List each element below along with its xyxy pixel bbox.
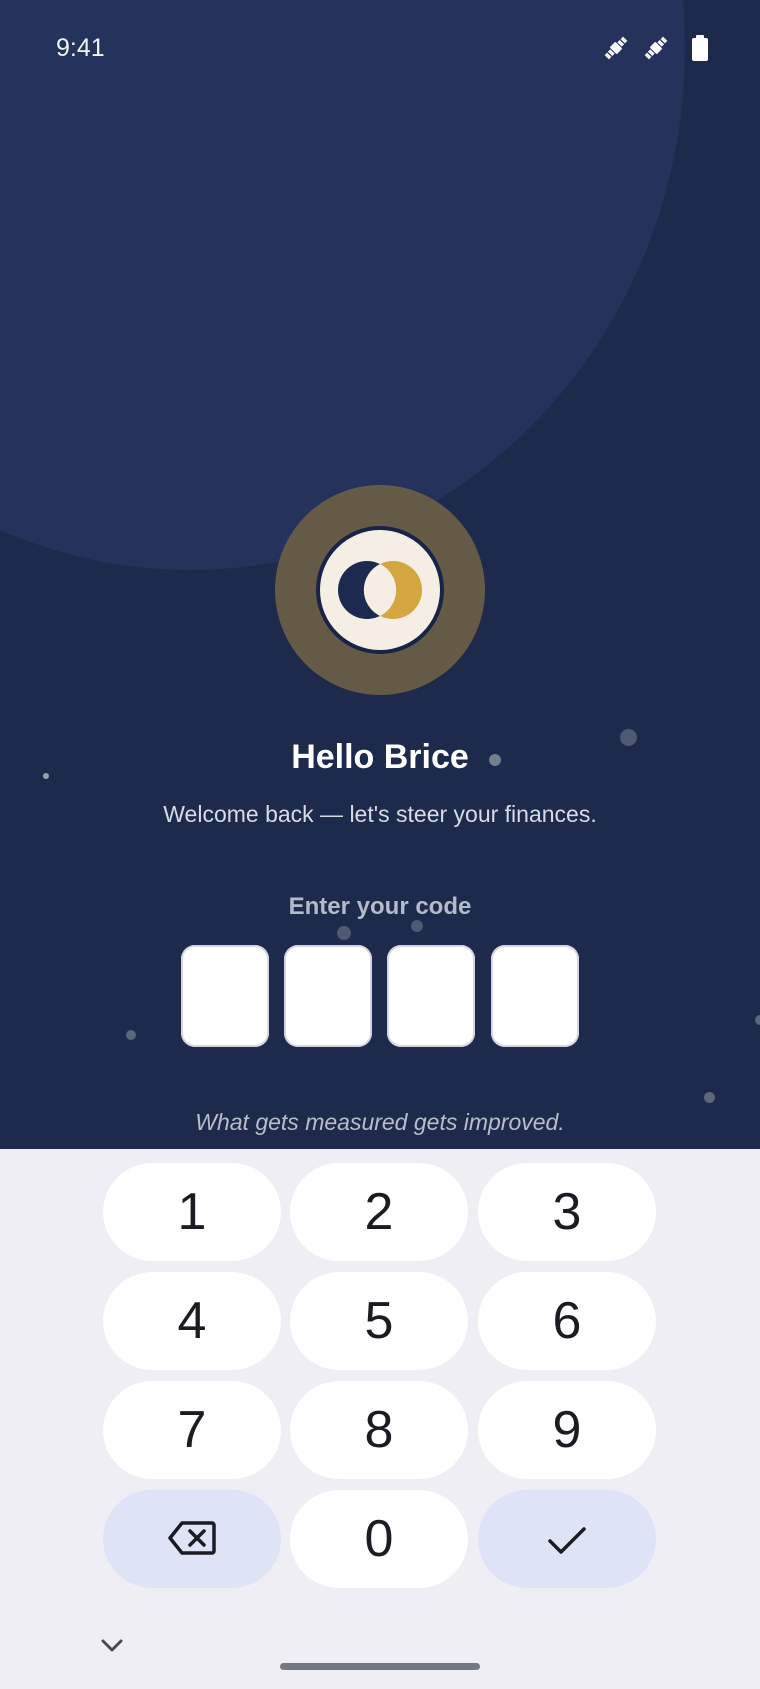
key-5[interactable]: 5 [290, 1272, 468, 1370]
login-screen: 9:41 Hello Brice Welcome back — let's st… [0, 0, 760, 1689]
satellite-icon [601, 33, 631, 63]
decorative-dot [411, 920, 423, 932]
key-6[interactable]: 6 [478, 1272, 656, 1370]
motivational-quote: What gets measured gets improved. [195, 1109, 565, 1135]
satellite-icon [641, 33, 671, 63]
key-1[interactable]: 1 [103, 1163, 281, 1261]
two-circle-logo-icon [320, 530, 440, 650]
confirm-button[interactable] [478, 1490, 656, 1588]
decorative-dot [704, 1092, 715, 1103]
home-indicator[interactable] [280, 1663, 480, 1670]
decorative-dot [755, 1015, 760, 1025]
key-9[interactable]: 9 [478, 1381, 656, 1479]
code-label: Enter your code [288, 893, 472, 920]
decorative-dot [337, 926, 351, 940]
key-7[interactable]: 7 [103, 1381, 281, 1479]
code-digit-2[interactable] [284, 945, 372, 1047]
checkmark-icon [547, 1509, 587, 1569]
code-digit-3[interactable] [387, 945, 475, 1047]
battery-icon [690, 33, 720, 63]
status-time: 9:41 [56, 34, 105, 62]
key-2[interactable]: 2 [290, 1163, 468, 1261]
key-4[interactable]: 4 [103, 1272, 281, 1370]
code-digit-1[interactable] [181, 945, 269, 1047]
greeting-subtitle: Welcome back — let's steer your finances… [163, 801, 597, 827]
backspace-icon [168, 1509, 216, 1569]
code-digit-4[interactable] [491, 945, 579, 1047]
greeting-title: Hello Brice [291, 738, 469, 776]
key-8[interactable]: 8 [290, 1381, 468, 1479]
status-bar: 9:41 [0, 0, 760, 96]
chevron-down-icon[interactable] [98, 1632, 126, 1660]
key-0[interactable]: 0 [290, 1490, 468, 1588]
key-3[interactable]: 3 [478, 1163, 656, 1261]
code-input[interactable] [181, 945, 581, 1047]
decorative-dot [126, 1030, 136, 1040]
backspace-button[interactable] [103, 1490, 281, 1588]
